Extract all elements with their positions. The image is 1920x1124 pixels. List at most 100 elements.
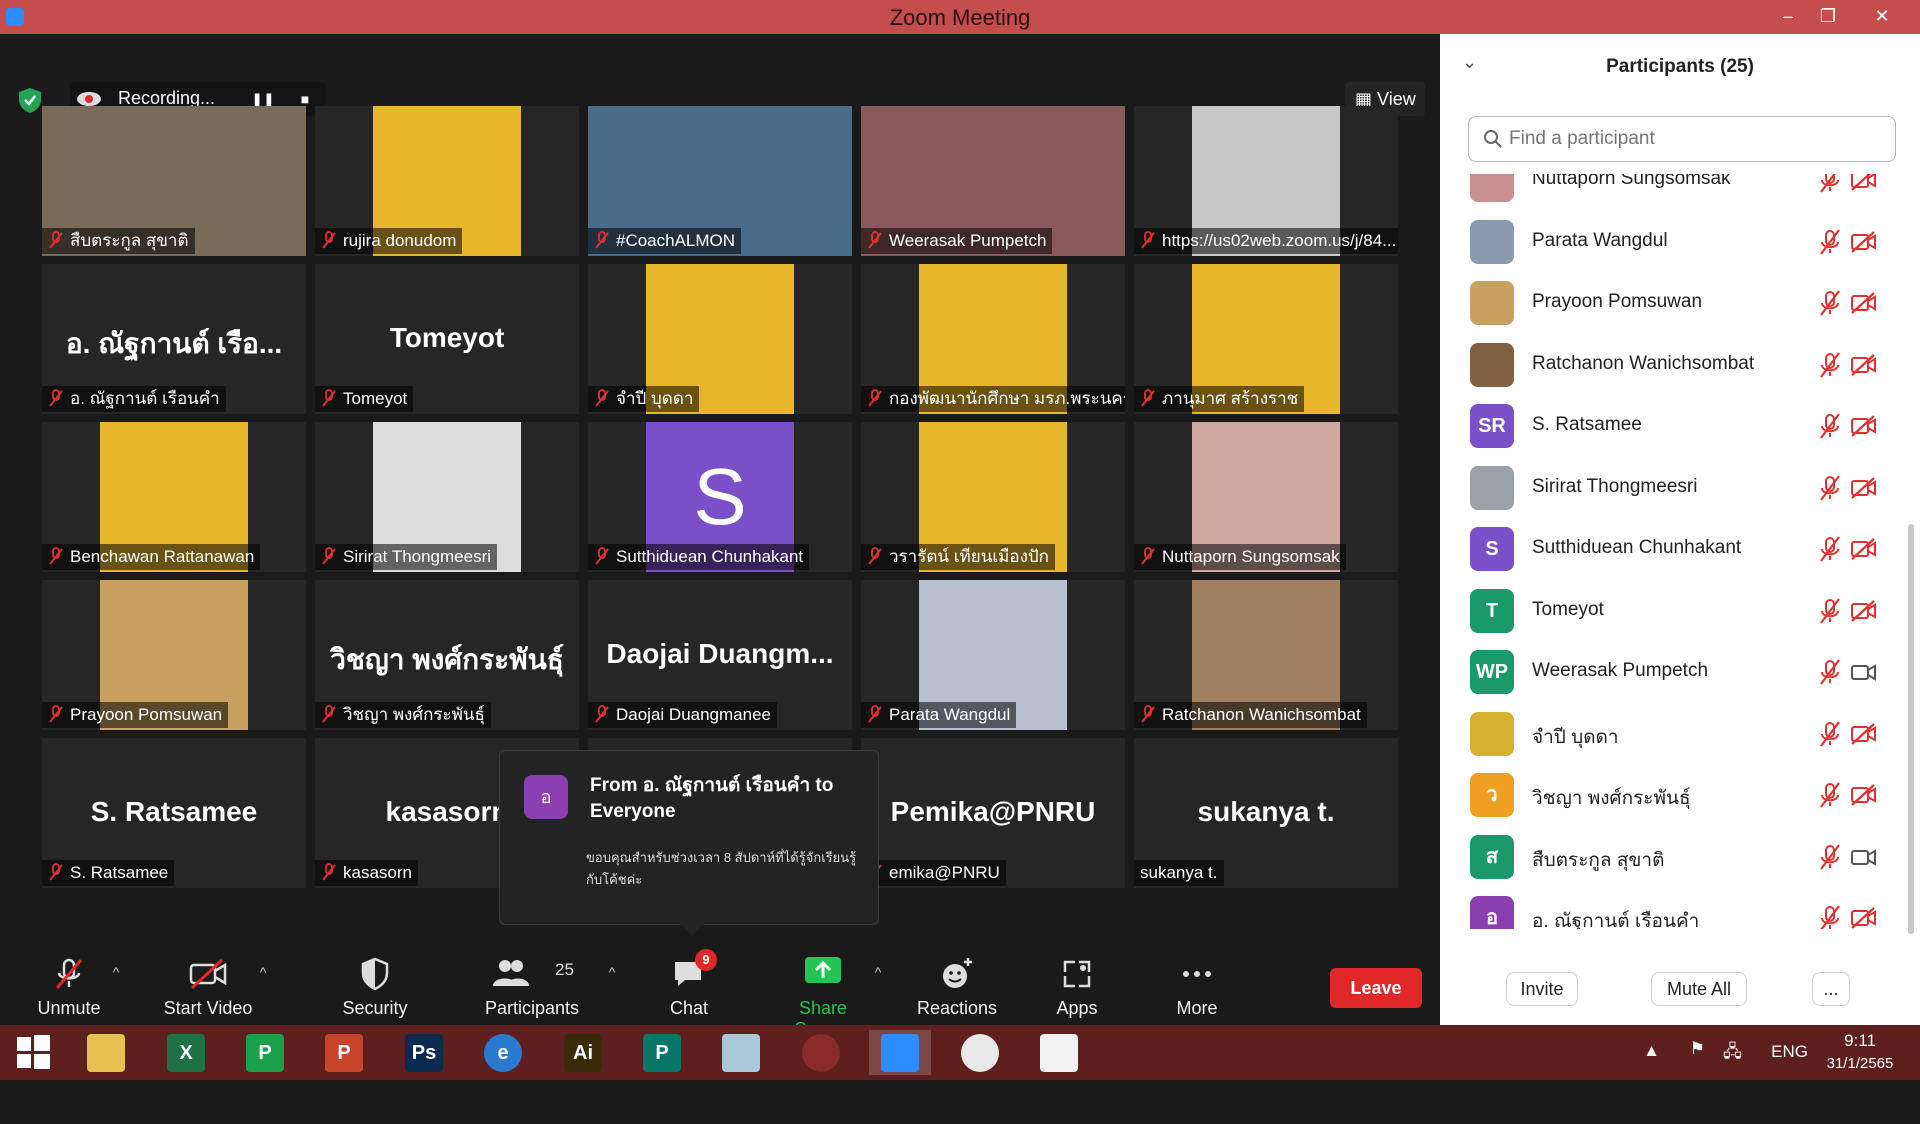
participants-options-caret[interactable]: ^: [602, 964, 622, 980]
participant-display-name: sukanya t.: [1197, 796, 1335, 827]
participant-row[interactable]: SR S. Ratsamee: [1440, 396, 1920, 457]
video-tile[interactable]: S Sutthiduean Chunhakant: [588, 422, 852, 572]
mute-all-button[interactable]: Mute All: [1651, 972, 1747, 1006]
chat-button[interactable]: 9 Chat: [634, 940, 744, 1025]
taskbar-windows[interactable]: [2, 1030, 64, 1075]
video-tile[interactable]: วิชญา พงศ์กระพันธุ์ วิชญา พงศ์กระพันธุ์: [315, 580, 579, 730]
share-options-caret[interactable]: ^: [868, 964, 888, 980]
taskbar-zoom[interactable]: [869, 1030, 931, 1075]
clock-time[interactable]: 9:11: [1820, 1031, 1900, 1051]
muted-mic-icon: [868, 231, 882, 249]
participant-row[interactable]: S Sutthiduean Chunhakant: [1440, 519, 1920, 580]
participant-name-label: อ. ณัฐกานต์ เรือนคำ: [42, 386, 226, 412]
participant-row[interactable]: WP Weerasak Pumpetch: [1440, 642, 1920, 703]
taskbar-paint[interactable]: [1028, 1030, 1090, 1075]
video-tile[interactable]: Nuttaporn Sungsomsak: [1134, 422, 1398, 572]
invite-button[interactable]: Invite: [1506, 972, 1578, 1006]
video-tile[interactable]: Weerasak Pumpetch: [861, 106, 1125, 256]
video-tile[interactable]: จำปี บุดดา: [588, 264, 852, 414]
video-tile[interactable]: วรารัตน์ เทียนเมืองปัก: [861, 422, 1125, 572]
taskbar-publisher[interactable]: P: [631, 1030, 693, 1075]
video-on-icon: [1851, 664, 1876, 681]
participant-row[interactable]: ส สืบตระกูล สุขาติ: [1440, 827, 1920, 888]
apps-icon: [1063, 960, 1091, 988]
participants-button[interactable]: 25 Participants: [477, 940, 587, 1025]
muted-mic-icon: [1820, 536, 1840, 562]
participant-name-label: https://us02web.zoom.us/j/84...: [1134, 228, 1398, 254]
muted-mic-icon: [49, 547, 63, 565]
video-tile[interactable]: Pemika@PNRU emika@PNRU: [861, 738, 1125, 888]
participant-row[interactable]: T Tomeyot: [1440, 581, 1920, 642]
video-tile[interactable]: สืบตระกูล สุขาติ: [42, 106, 306, 256]
title-bar: Zoom Meeting – ❐ ✕: [0, 0, 1920, 34]
taskbar-explorer[interactable]: [75, 1030, 137, 1075]
leave-button[interactable]: Leave: [1330, 968, 1422, 1008]
share-screen-button[interactable]: Share Screen: [768, 940, 878, 1039]
video-tile[interactable]: ภานุมาศ สร้างราช: [1134, 264, 1398, 414]
taskbar-edge[interactable]: e: [472, 1030, 534, 1075]
taskbar-notes[interactable]: [710, 1030, 772, 1075]
participant-list-scrollbar[interactable]: [1908, 524, 1914, 934]
video-tile[interactable]: Benchawan Rattanawan: [42, 422, 306, 572]
participant-name: Parata Wangdul: [1532, 229, 1668, 251]
participant-row[interactable]: Ratchanon Wanichsombat: [1440, 335, 1920, 396]
taskbar-publisher-green[interactable]: P: [234, 1030, 296, 1075]
taskbar-excel[interactable]: X: [155, 1030, 217, 1075]
participant-row[interactable]: Nuttaporn Sungsomsak: [1440, 174, 1920, 211]
unmute-button[interactable]: Unmute: [14, 940, 124, 1025]
minimize-button[interactable]: –: [1768, 0, 1808, 34]
apps-button[interactable]: Apps: [1022, 940, 1132, 1025]
network-icon[interactable]: 🖧: [1723, 1039, 1742, 1068]
video-tile[interactable]: กองพัฒนานักศึกษา มรภ.พระนคร: [861, 264, 1125, 414]
video-tile[interactable]: S. Ratsamee S. Ratsamee: [42, 738, 306, 888]
video-tile[interactable]: Ratchanon Wanichsombat: [1134, 580, 1398, 730]
participant-display-name: วิชญา พงศ์กระพันธุ์: [330, 644, 564, 675]
participant-search-input[interactable]: [1509, 125, 1879, 153]
taskbar-photoshop[interactable]: Ps: [393, 1030, 455, 1075]
video-tile[interactable]: Sirirat Thongmeesri: [315, 422, 579, 572]
security-button[interactable]: Security: [320, 940, 430, 1025]
participant-row[interactable]: ว วิชญา พงศ์กระพันธุ์: [1440, 765, 1920, 826]
video-tile[interactable]: sukanya t. sukanya t.: [1134, 738, 1398, 888]
panel-more-button[interactable]: ...: [1812, 972, 1850, 1006]
clock-date[interactable]: 31/1/2565: [1820, 1055, 1900, 1072]
video-tile[interactable]: Prayoon Pomsuwan: [42, 580, 306, 730]
restore-button[interactable]: ❐: [1808, 0, 1848, 34]
participant-name: Nuttaporn Sungsomsak: [1532, 174, 1731, 189]
muted-mic-icon: [1820, 597, 1840, 624]
participant-row[interactable]: อ อ. ณัฐกานต์ เรือนคำ: [1440, 888, 1920, 929]
participant-row[interactable]: Sirirat Thongmeesri: [1440, 458, 1920, 519]
video-options-caret[interactable]: ^: [253, 964, 273, 980]
apps-label: Apps: [1056, 998, 1098, 1018]
encryption-shield-icon[interactable]: [16, 86, 44, 114]
reactions-button[interactable]: Reactions: [902, 940, 1012, 1025]
audio-options-caret[interactable]: ^: [106, 964, 126, 980]
more-button[interactable]: More: [1142, 940, 1252, 1025]
participant-avatar: S: [1470, 527, 1514, 571]
taskbar-illustrator[interactable]: Ai: [552, 1030, 614, 1075]
participant-name-label: วรารัตน์ เทียนเมืองปัก: [861, 544, 1055, 570]
video-tile[interactable]: https://us02web.zoom.us/j/84...: [1134, 106, 1398, 256]
taskbar-photoscape[interactable]: [790, 1030, 852, 1075]
participant-row[interactable]: จำปี บุดดา: [1440, 704, 1920, 765]
input-language[interactable]: ENG: [1771, 1042, 1808, 1062]
participant-row[interactable]: Prayoon Pomsuwan: [1440, 273, 1920, 334]
taskbar-chrome[interactable]: [949, 1030, 1011, 1075]
video-tile[interactable]: Parata Wangdul: [861, 580, 1125, 730]
close-button[interactable]: ✕: [1862, 0, 1902, 34]
chat-notification-popup[interactable]: อ From อ. ณัฐกานต์ เรือนคำ to Everyone ข…: [499, 750, 879, 936]
video-tile[interactable]: #CoachALMON: [588, 106, 852, 256]
video-tile[interactable]: rujira donudom: [315, 106, 579, 256]
video-off-icon: [1851, 784, 1876, 806]
participant-row[interactable]: Parata Wangdul: [1440, 212, 1920, 273]
video-tile[interactable]: Daojai Duangm... Daojai Duangmanee: [588, 580, 852, 730]
participants-label: Participants: [484, 998, 580, 1018]
video-tile[interactable]: Tomeyot Tomeyot: [315, 264, 579, 414]
start-video-button[interactable]: Start Video: [153, 940, 263, 1025]
show-hidden-icons-icon[interactable]: ▲: [1643, 1041, 1660, 1061]
video-tile[interactable]: อ. ณัฐกานต์ เรือ... อ. ณัฐกานต์ เรือนคำ: [42, 264, 306, 414]
participant-avatar: T: [1470, 588, 1514, 633]
taskbar-powerpoint[interactable]: P: [313, 1030, 375, 1075]
action-center-flag-icon[interactable]: ⚑: [1690, 1039, 1705, 1059]
participant-name-text: Prayoon Pomsuwan: [70, 705, 223, 724]
